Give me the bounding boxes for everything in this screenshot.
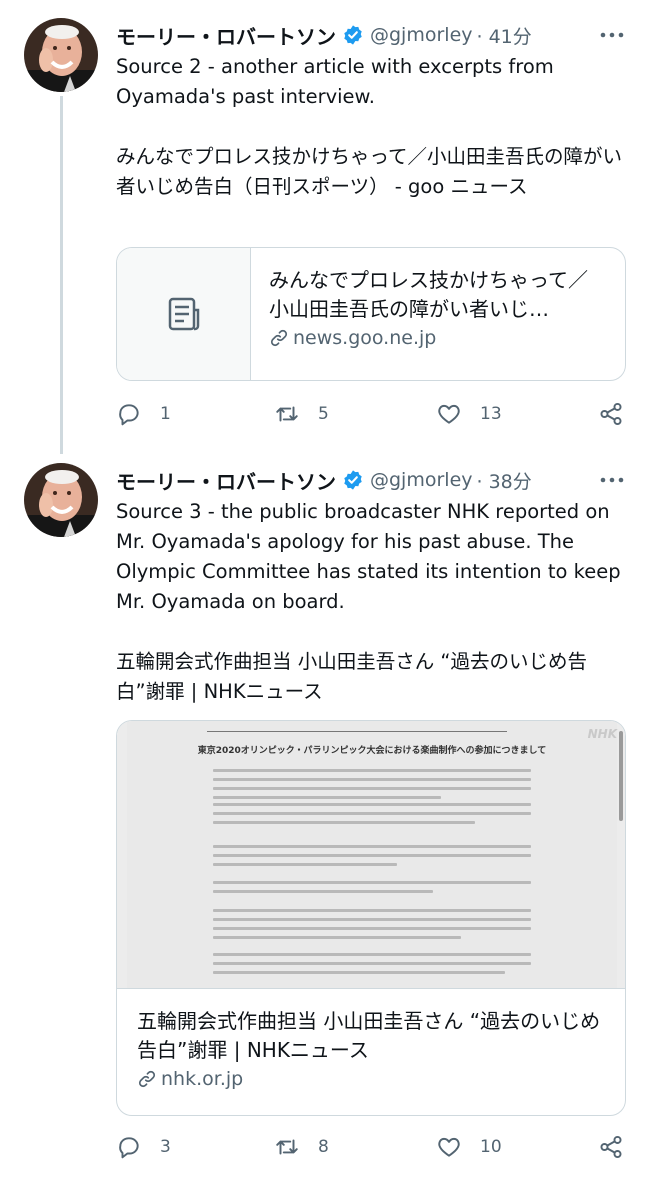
reply-count: 3 — [160, 1137, 171, 1157]
tweet[interactable]: モーリー・ロバートソン @gjmorley · 38分 Source 3 - t… — [0, 455, 650, 1186]
link-card-domain: nhk.or.jp — [137, 1068, 605, 1090]
link-card-domain: news.goo.ne.jp — [269, 327, 607, 349]
more-options-icon[interactable] — [598, 466, 626, 494]
retweet-button[interactable]: 8 — [274, 1131, 329, 1163]
tweet-text-paragraph: 五輪開会式作曲担当 小山田圭吾さん “過去のいじめ告白”謝罪 | NHKニュース — [116, 650, 587, 703]
link-card-domain-text: nhk.or.jp — [161, 1068, 244, 1090]
more-options-icon[interactable] — [598, 21, 626, 49]
preview-text-line — [213, 918, 531, 921]
share-button[interactable] — [598, 398, 624, 430]
tweet-text-paragraph: みんなでプロレス技かけちゃって／小山田圭吾氏の障がい者いじめ告白（日刊スポーツ）… — [116, 145, 623, 198]
link-card[interactable]: みんなでプロレス技かけちゃって／小山田圭吾氏の障がい者いじ… news.goo.… — [116, 247, 626, 381]
preview-heading: 東京2020オリンピック・パラリンピック大会における楽曲制作への参加につきまして — [197, 746, 547, 756]
heart-icon — [438, 1137, 460, 1157]
link-icon — [270, 329, 288, 347]
heart-icon — [438, 404, 460, 424]
preview-text-line — [213, 881, 531, 884]
tweet-timestamp[interactable]: · 41分 — [477, 22, 532, 49]
reply-icon — [119, 404, 139, 426]
link-card[interactable]: 東京2020オリンピック・パラリンピック大会における楽曲制作への参加につきまして… — [116, 720, 626, 1116]
reply-count: 1 — [160, 404, 171, 424]
link-card-title: 五輪開会式作曲担当 小山田圭吾さん “過去のいじめ告白”謝罪 | NHKニュース — [137, 1009, 601, 1062]
preview-text-line — [213, 821, 475, 824]
tweet-text: Source 2 - another article with excerpts… — [116, 52, 626, 202]
tweet-timestamp[interactable]: · 38分 — [477, 467, 532, 494]
link-icon — [138, 1070, 156, 1088]
retweet-button[interactable]: 5 — [274, 398, 329, 430]
tweet[interactable]: モーリー・ロバートソン @gjmorley · 41分 Source 2 - a… — [0, 0, 650, 455]
like-count: 10 — [480, 1137, 502, 1157]
retweet-icon — [276, 1139, 298, 1155]
avatar[interactable] — [24, 18, 98, 92]
preview-text-line — [213, 927, 531, 930]
preview-text-line — [213, 778, 531, 781]
preview-text-line — [213, 796, 441, 799]
tweet-actions: 1 5 13 — [116, 398, 628, 430]
tweet-actions: 3 8 10 — [116, 1131, 628, 1163]
verified-badge-icon — [344, 25, 362, 45]
tweet-header: モーリー・ロバートソン @gjmorley · 38分 — [116, 463, 626, 497]
reply-button[interactable]: 3 — [116, 1131, 171, 1163]
like-count: 13 — [480, 404, 502, 424]
retweet-count: 5 — [318, 404, 329, 424]
share-icon — [600, 402, 622, 426]
tweet-text: Source 3 - the public broadcaster NHK re… — [116, 497, 626, 707]
article-icon — [117, 248, 251, 380]
preview-text-line — [213, 769, 531, 772]
preview-text-line — [213, 890, 433, 893]
preview-text-line — [213, 909, 531, 912]
preview-text-line — [213, 936, 461, 939]
link-card-domain-text: news.goo.ne.jp — [293, 327, 437, 349]
tweet-text-paragraph: Source 3 - the public broadcaster NHK re… — [116, 500, 621, 613]
preview-text-line — [213, 863, 397, 866]
preview-text-line — [213, 812, 531, 815]
link-card-preview-image: 東京2020オリンピック・パラリンピック大会における楽曲制作への参加につきまして… — [117, 721, 625, 989]
preview-text-line — [213, 854, 531, 857]
author-display-name[interactable]: モーリー・ロバートソン — [116, 466, 336, 495]
preview-text-line — [213, 803, 531, 806]
reply-icon — [119, 1137, 139, 1159]
author-handle[interactable]: @gjmorley — [370, 24, 473, 46]
preview-text-line — [213, 971, 505, 974]
preview-text-line — [213, 962, 531, 965]
author-handle[interactable]: @gjmorley — [370, 469, 473, 491]
preview-text-line — [213, 787, 531, 790]
avatar[interactable] — [24, 463, 98, 537]
share-icon — [600, 1135, 622, 1159]
like-button[interactable]: 10 — [436, 1131, 502, 1163]
share-button[interactable] — [598, 1131, 624, 1163]
link-card-title: みんなでプロレス技かけちゃって／小山田圭吾氏の障がい者いじ… — [269, 268, 588, 321]
preview-text-line — [213, 845, 531, 848]
retweet-icon — [276, 406, 298, 422]
nhk-logo: NHK — [587, 727, 617, 741]
reply-button[interactable]: 1 — [116, 398, 171, 430]
like-button[interactable]: 13 — [436, 398, 502, 430]
verified-badge-icon — [344, 470, 362, 490]
tweet-header: モーリー・ロバートソン @gjmorley · 41分 — [116, 18, 626, 52]
preview-text-line — [213, 953, 531, 956]
retweet-count: 8 — [318, 1137, 329, 1157]
author-display-name[interactable]: モーリー・ロバートソン — [116, 21, 336, 50]
tweet-text-paragraph: Source 2 - another article with excerpts… — [116, 55, 554, 108]
